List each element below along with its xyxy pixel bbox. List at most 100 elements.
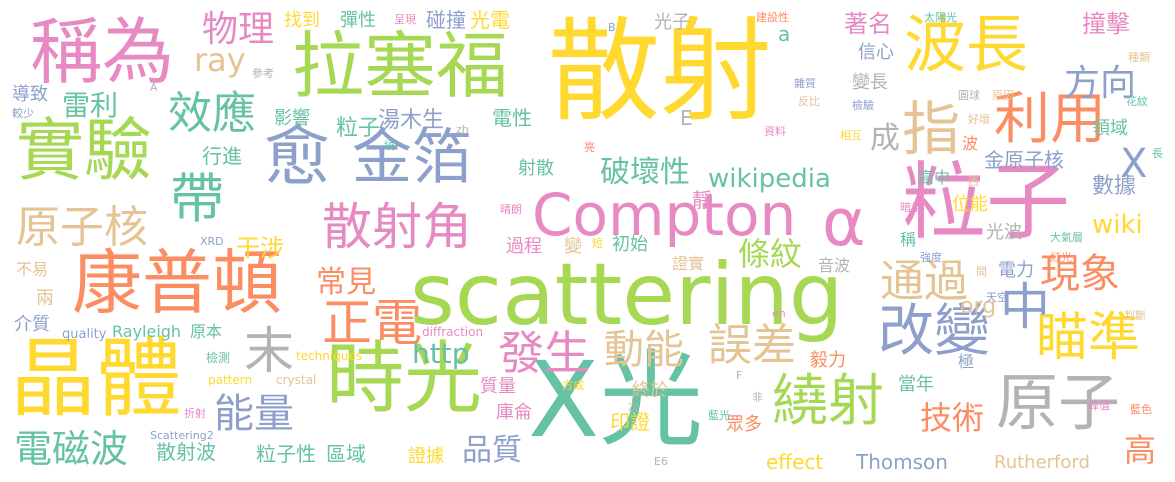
word-zazhi: 雜質	[794, 77, 816, 90]
word-languang: 藍光	[708, 409, 730, 422]
word-raoshe: 繞射	[772, 369, 884, 434]
word-cloud: 散射 scattering X光 粒子 康普頓 晶體 時光 拉塞福 稱為 實驗 …	[0, 0, 1175, 482]
word-e6: E6	[654, 455, 668, 468]
word-ganshe: 干涉	[236, 234, 284, 262]
word-thomson: Thomson	[856, 450, 948, 474]
word-jiezhi: 介質	[14, 314, 50, 335]
word-xingjin: 行進	[202, 144, 242, 168]
word-mo: 末	[244, 322, 294, 380]
word-cheng-small: 稱	[900, 230, 917, 249]
word-jianyan: 檢驗	[852, 99, 874, 112]
word-fei: 非	[752, 391, 763, 404]
word-ji: 極	[958, 352, 975, 371]
word-quality: quality	[62, 327, 107, 342]
word-alpha: α	[822, 184, 866, 261]
word-haohuai: 好壞	[968, 113, 990, 126]
word-lanse: 藍色	[1130, 403, 1152, 416]
word-qinglang: 晴朗	[500, 203, 522, 216]
word-wikipedia: wikipedia	[708, 164, 831, 194]
word-jing: 靜	[692, 188, 712, 212]
word-guangbo: 光波	[986, 222, 1022, 243]
word-yuanyin: 原因	[992, 89, 1014, 102]
word-daqiceng: 大氣層	[1050, 231, 1083, 244]
word-techniques: techniques	[296, 349, 363, 363]
word-wucha: 誤差	[708, 320, 796, 371]
word-fasheng: 發生	[498, 326, 590, 380]
word-en: en	[772, 307, 786, 320]
word-shuju: 數據	[1092, 174, 1137, 199]
word-zhuangji: 撞擊	[1082, 10, 1130, 38]
word-lingyu: 領域	[1092, 118, 1128, 139]
word-xiaoying: 效應	[168, 88, 256, 139]
word-chengxian: 呈現	[394, 13, 416, 26]
word-lizi-small: 粒子	[336, 116, 381, 141]
word-tongguo: 通過	[880, 256, 968, 307]
word-jian: 間	[976, 265, 987, 278]
word-xrd: XRD	[200, 235, 224, 248]
word-guocheng: 過程	[506, 236, 542, 257]
word-rao: 繞	[384, 139, 395, 152]
word-xinxin: 信心	[858, 42, 894, 63]
word-wiki: wiki	[1092, 210, 1143, 240]
word-pohuaixing: 破壞性	[600, 155, 690, 190]
word-zhi: 指	[902, 95, 961, 163]
word-kulun: 庫侖	[496, 402, 532, 423]
word-changjian: 常見	[316, 265, 376, 300]
word-yingxiang: 影響	[274, 108, 310, 129]
word-lasaifu: 拉塞福	[292, 24, 509, 108]
word-dangnian: 當年	[898, 374, 934, 395]
word-anxiang: 暗相	[900, 201, 922, 214]
word-yuanzihe: 原子核	[16, 202, 148, 253]
word-xi: 西	[968, 175, 979, 188]
word-tiankong: 天空	[986, 291, 1008, 304]
word-pengzhuang: 碰撞	[426, 8, 466, 32]
word-bochang: 波長	[904, 8, 1029, 81]
word-cankao: 參考	[252, 67, 274, 80]
word-zhengdian: 正電	[322, 294, 422, 352]
word-tangmusheng: 湯木生	[378, 108, 445, 133]
word-xianghu: 相互	[840, 129, 862, 142]
word-sanshejiao: 散射角	[322, 198, 472, 256]
word-shesan: 射散	[518, 158, 554, 179]
word-leili: 雷利	[62, 89, 119, 122]
word-zhongyu: 終於	[632, 380, 668, 401]
word-http: http	[412, 337, 470, 370]
word-a-upper: A	[150, 81, 158, 94]
word-zhengshi: 證實	[672, 254, 705, 273]
word-gaozhong: 高中	[918, 168, 951, 187]
word-yili: 毅力	[810, 350, 846, 371]
word-quyu: 區域	[326, 442, 366, 466]
word-daozhi: 導致	[12, 84, 48, 105]
word-zhaodao: 找到	[284, 10, 320, 31]
word-a: a	[778, 22, 791, 46]
word-qiangdu: 強度	[920, 251, 942, 264]
word-huawen: 花紋	[1126, 95, 1148, 108]
word-crystal: crystal	[276, 373, 317, 387]
word-chushi: 初始	[612, 234, 648, 255]
word-fengzhi: 峰值	[1088, 399, 1110, 412]
word-zhuming: 著名	[844, 10, 892, 38]
word-effect: effect	[766, 450, 824, 474]
word-bianchang: 變長	[852, 72, 888, 93]
word-ziliao: 資料	[764, 125, 786, 138]
word-jingti: 晶體	[10, 329, 182, 429]
word-lizixing: 粒子性	[256, 442, 316, 466]
word-shiyan: 實驗	[16, 112, 153, 191]
word-pattern: pattern	[208, 373, 253, 387]
word-yinbo: 音波	[818, 256, 851, 275]
word-jiance: 檢測	[206, 351, 231, 365]
word-taiyangguang: 太陽光	[924, 11, 957, 24]
word-jiaoshao: 較少	[12, 107, 34, 120]
word-b: B	[608, 21, 616, 34]
word-chengwei: 稱為	[30, 10, 175, 94]
word-jianshexing: 建設性	[756, 11, 789, 24]
word-fangcheng: 方成	[562, 379, 584, 392]
word-nengliang: 能量	[214, 391, 294, 437]
word-zhengju: 證據	[408, 446, 444, 467]
word-liang-bright: 亮	[584, 141, 595, 154]
word-gao: 高	[1124, 431, 1157, 469]
word-fanbi: 反比	[798, 95, 820, 108]
word-weineng: 位能	[952, 194, 988, 215]
word-f: F	[736, 369, 743, 382]
word-tiaowen: 條紋	[738, 235, 803, 273]
